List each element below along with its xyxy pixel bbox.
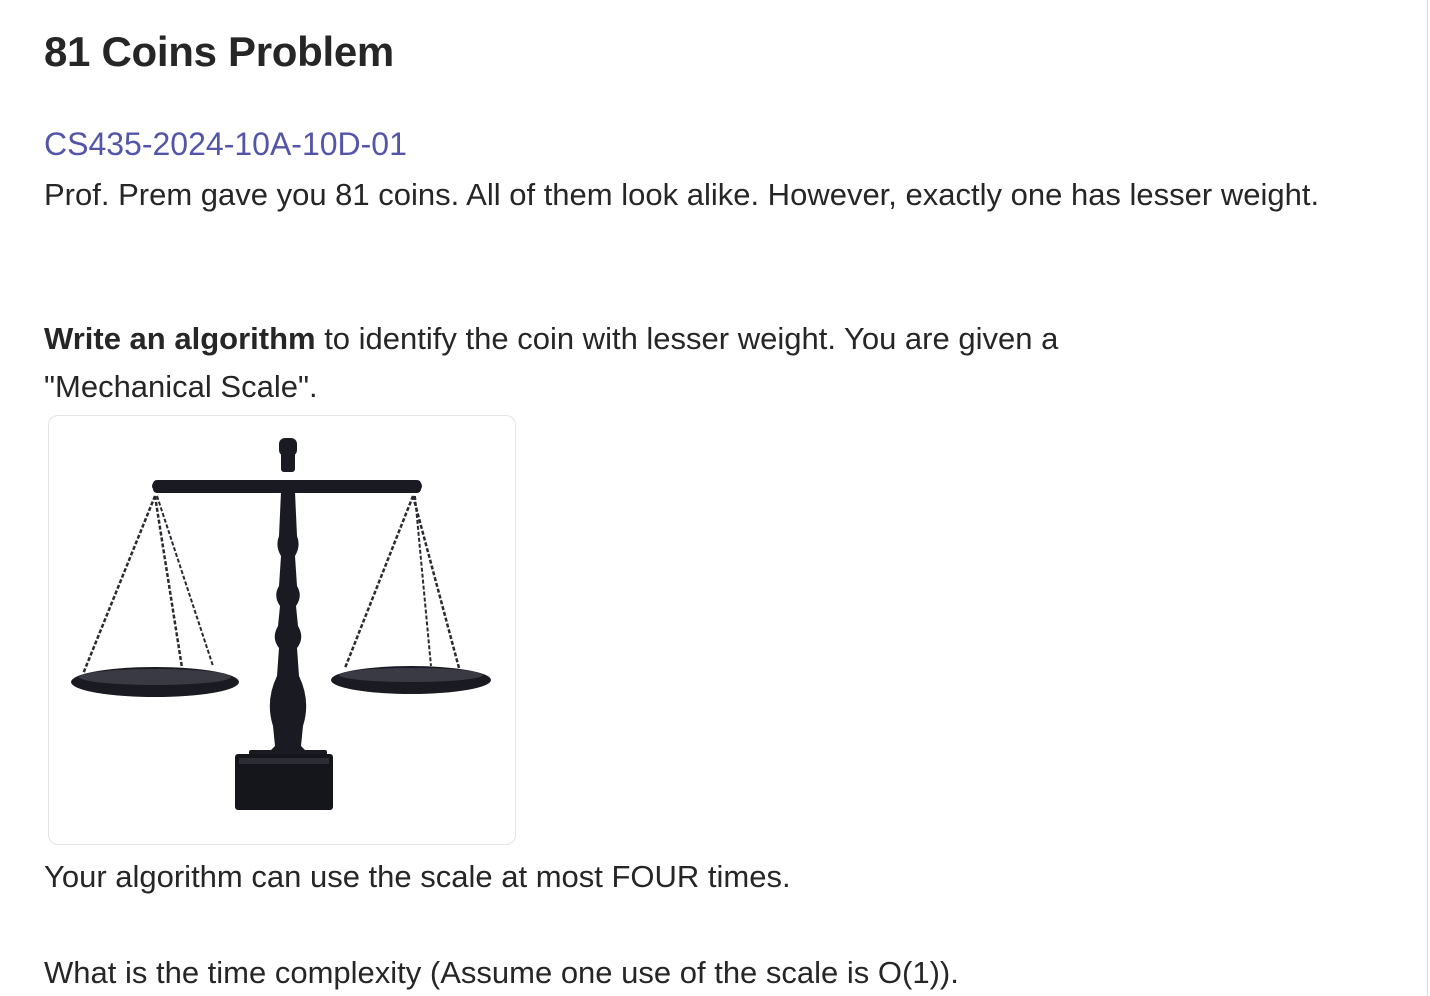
question-statement: What is the time complexity (Assume one …: [44, 955, 959, 990]
task-emphasis: Write an algorithm: [44, 321, 316, 356]
balance-scale-icon: [71, 438, 491, 810]
constraint-statement: Your algorithm can use the scale at most…: [44, 859, 791, 894]
page-right-border: [1427, 0, 1428, 996]
problem-statement: Prof. Prem gave you 81 coins. All of the…: [44, 177, 1320, 212]
scale-image: [48, 415, 516, 845]
course-code: CS435-2024-10A-10D-01: [44, 126, 407, 162]
task-statement: Write an algorithm to identify the coin …: [44, 315, 1224, 411]
page-title: 81 Coins Problem: [44, 28, 394, 75]
